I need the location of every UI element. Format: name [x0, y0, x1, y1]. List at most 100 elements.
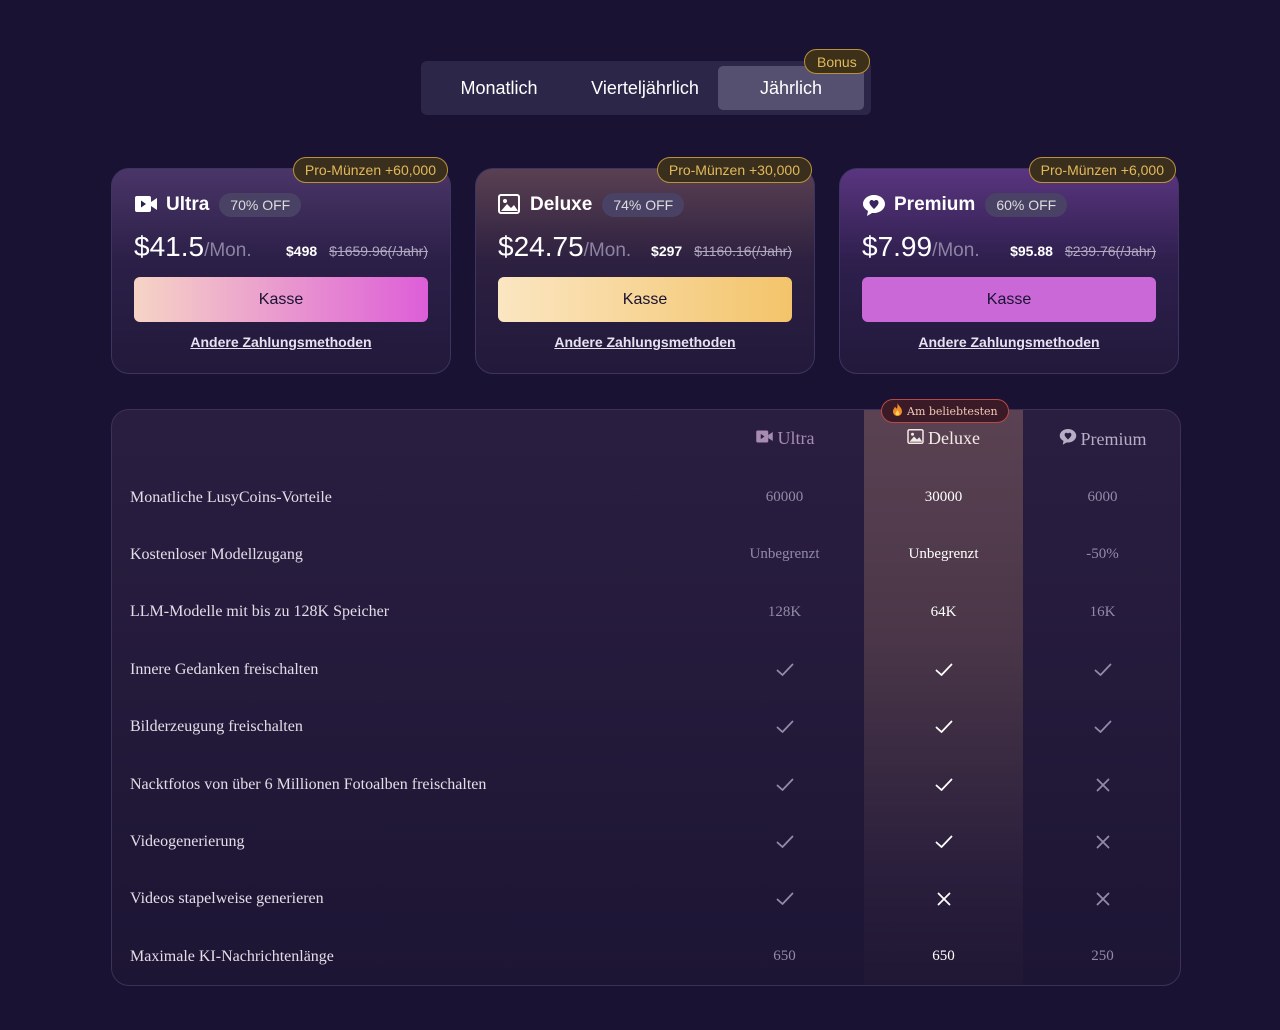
- tab-quarterly[interactable]: Vierteljährlich: [572, 66, 718, 110]
- discount-pill: 74% OFF: [602, 193, 685, 217]
- feature-value-deluxe: 64K: [930, 603, 957, 620]
- original-price: $239.76(/Jahr): [1064, 243, 1156, 259]
- feature-row: Bilderzeugung freischalten: [112, 699, 1180, 756]
- image-icon: [498, 194, 522, 216]
- monthly-price: $41.5: [134, 231, 205, 262]
- plan-card-ultra: Pro-Münzen +60,000 Ultra 70% OFF $41.5 /…: [111, 157, 451, 374]
- bonus-badge: Bonus: [804, 49, 870, 74]
- tab-monthly[interactable]: Monatlich: [426, 66, 572, 110]
- feature-value-premium: 16K: [1089, 603, 1116, 620]
- feature-value-ultra: 60000: [765, 489, 804, 505]
- feature-value-premium: -50%: [1086, 546, 1119, 563]
- check-icon: [1023, 641, 1180, 698]
- coins-badge: Pro-Münzen +60,000: [292, 157, 448, 183]
- check-icon: [1023, 699, 1180, 756]
- feature-label: Videos stapelweise generieren: [130, 890, 324, 908]
- feature-row: Videogenerierung: [112, 813, 1180, 870]
- feature-value-ultra: 650: [773, 948, 796, 965]
- comparison-table: Ultra Deluxe Premium Monatliche LusyCoin…: [111, 409, 1181, 986]
- column-header-deluxe: Deluxe: [864, 428, 1023, 449]
- plan-card-premium: Pro-Münzen +6,000 Premium 60% OFF $7.99 …: [839, 157, 1179, 374]
- checkout-button[interactable]: Kasse: [862, 277, 1156, 322]
- column-header-premium: Premium: [1023, 428, 1180, 450]
- popular-badge: Am beliebtesten: [881, 399, 1009, 423]
- discount-pill: 60% OFF: [985, 193, 1068, 217]
- plan-name: Ultra: [166, 194, 210, 215]
- feature-label: Maximale KI-Nachrichtenlänge: [130, 947, 334, 965]
- column-label: Deluxe: [928, 428, 980, 448]
- monthly-price: $7.99: [862, 231, 933, 262]
- check-icon: [705, 756, 864, 813]
- yearly-price: $498: [286, 243, 318, 259]
- feature-row: Videos stapelweise generieren: [112, 871, 1180, 928]
- column-label: Premium: [1080, 428, 1147, 449]
- original-price: $1659.96(/Jahr): [329, 243, 428, 259]
- other-payment-link[interactable]: Andere Zahlungsmethoden: [112, 334, 450, 350]
- plan-name: Deluxe: [530, 194, 593, 215]
- plan-header: Deluxe 74% OFF: [498, 193, 685, 217]
- feature-row: Nacktfotos von über 6 Millionen Fotoalbe…: [112, 756, 1180, 813]
- feature-value-premium: 6000: [1087, 489, 1118, 505]
- check-icon: [705, 813, 864, 870]
- monthly-price: $24.75: [498, 231, 584, 262]
- feature-value-ultra: 128K: [767, 603, 802, 620]
- other-payment-link[interactable]: Andere Zahlungsmethoden: [476, 334, 814, 350]
- feature-value-deluxe: 30000: [924, 489, 963, 505]
- price-unit: /Mon.: [204, 240, 252, 261]
- billing-period-toggle: Monatlich Vierteljährlich Jährlich: [421, 61, 871, 115]
- feature-row: Monatliche LusyCoins-Vorteile 60000 30000 6…: [112, 469, 1180, 526]
- feature-label: Kostenloser Modellzugang: [130, 545, 303, 563]
- price-row: $7.99 /Mon. $95.88 $239.76(/Jahr): [862, 231, 1156, 263]
- image-icon: [907, 428, 924, 449]
- plan-header: Premium 60% OFF: [862, 193, 1068, 217]
- cross-icon: [864, 871, 1023, 928]
- checkout-button[interactable]: Kasse: [498, 277, 792, 322]
- check-icon: [864, 756, 1023, 813]
- popular-label: Am beliebtesten: [907, 404, 998, 418]
- price-row: $24.75 /Mon. $297 $1160.16(/Jahr): [498, 231, 792, 263]
- plan-card-deluxe: Pro-Münzen +30,000 Deluxe 74% OFF $24.75…: [475, 157, 815, 374]
- column-label: Ultra: [777, 428, 815, 448]
- coins-badge: Pro-Münzen +30,000: [656, 157, 812, 183]
- feature-row: Innere Gedanken freischalten: [112, 641, 1180, 698]
- check-icon: [705, 699, 864, 756]
- feature-label: Monatliche LusyCoins-Vorteile: [130, 488, 332, 506]
- feature-value-premium: 250: [1091, 948, 1114, 965]
- check-icon: [864, 699, 1023, 756]
- price-unit: /Mon.: [932, 240, 980, 261]
- other-payment-link[interactable]: Andere Zahlungsmethoden: [840, 334, 1178, 350]
- original-price: $1160.16(/Jahr): [694, 243, 792, 259]
- feature-label: Videogenerierung: [130, 832, 245, 850]
- cross-icon: [1023, 813, 1180, 870]
- check-icon: [864, 641, 1023, 698]
- price-row: $41.5 /Mon. $498 $1659.96(/Jahr): [134, 231, 428, 263]
- check-icon: [705, 871, 864, 928]
- yearly-price: $95.88: [1010, 243, 1053, 259]
- coins-badge: Pro-Münzen +6,000: [1028, 157, 1176, 183]
- check-icon: [864, 813, 1023, 870]
- video-icon: [134, 194, 158, 216]
- plan-name: Premium: [894, 194, 976, 215]
- discount-pill: 70% OFF: [219, 193, 302, 217]
- feature-row: LLM-Modelle mit bis zu 128K Speicher 128K…: [112, 584, 1180, 641]
- chat-heart-icon: [862, 194, 886, 216]
- plan-header: Ultra 70% OFF: [134, 193, 302, 217]
- feature-label: Innere Gedanken freischalten: [130, 660, 319, 678]
- feature-label: LLM-Modelle mit bis zu 128K Speicher: [130, 603, 390, 621]
- check-icon: [705, 641, 864, 698]
- yearly-price: $297: [651, 243, 683, 259]
- chat-heart-icon: [1059, 428, 1077, 450]
- video-icon: [755, 428, 774, 449]
- checkout-button[interactable]: Kasse: [134, 277, 428, 322]
- fire-icon: [892, 403, 903, 419]
- feature-row: Maximale KI-Nachrichtenlänge 650 650 250: [112, 928, 1180, 985]
- feature-value-deluxe: 650: [932, 948, 955, 965]
- column-header-ultra: Ultra: [705, 428, 864, 449]
- cross-icon: [1023, 871, 1180, 928]
- feature-label: Nacktfotos von über 6 Millionen Fotoalbe…: [130, 775, 487, 793]
- feature-value-ultra: Unbegrenzt: [749, 546, 820, 563]
- feature-row: Kostenloser Modellzugang Unbegrenzt Unbegr…: [112, 526, 1180, 583]
- price-unit: /Mon.: [583, 240, 632, 261]
- feature-value-deluxe: Unbegrenzt: [908, 546, 979, 563]
- cross-icon: [1023, 756, 1180, 813]
